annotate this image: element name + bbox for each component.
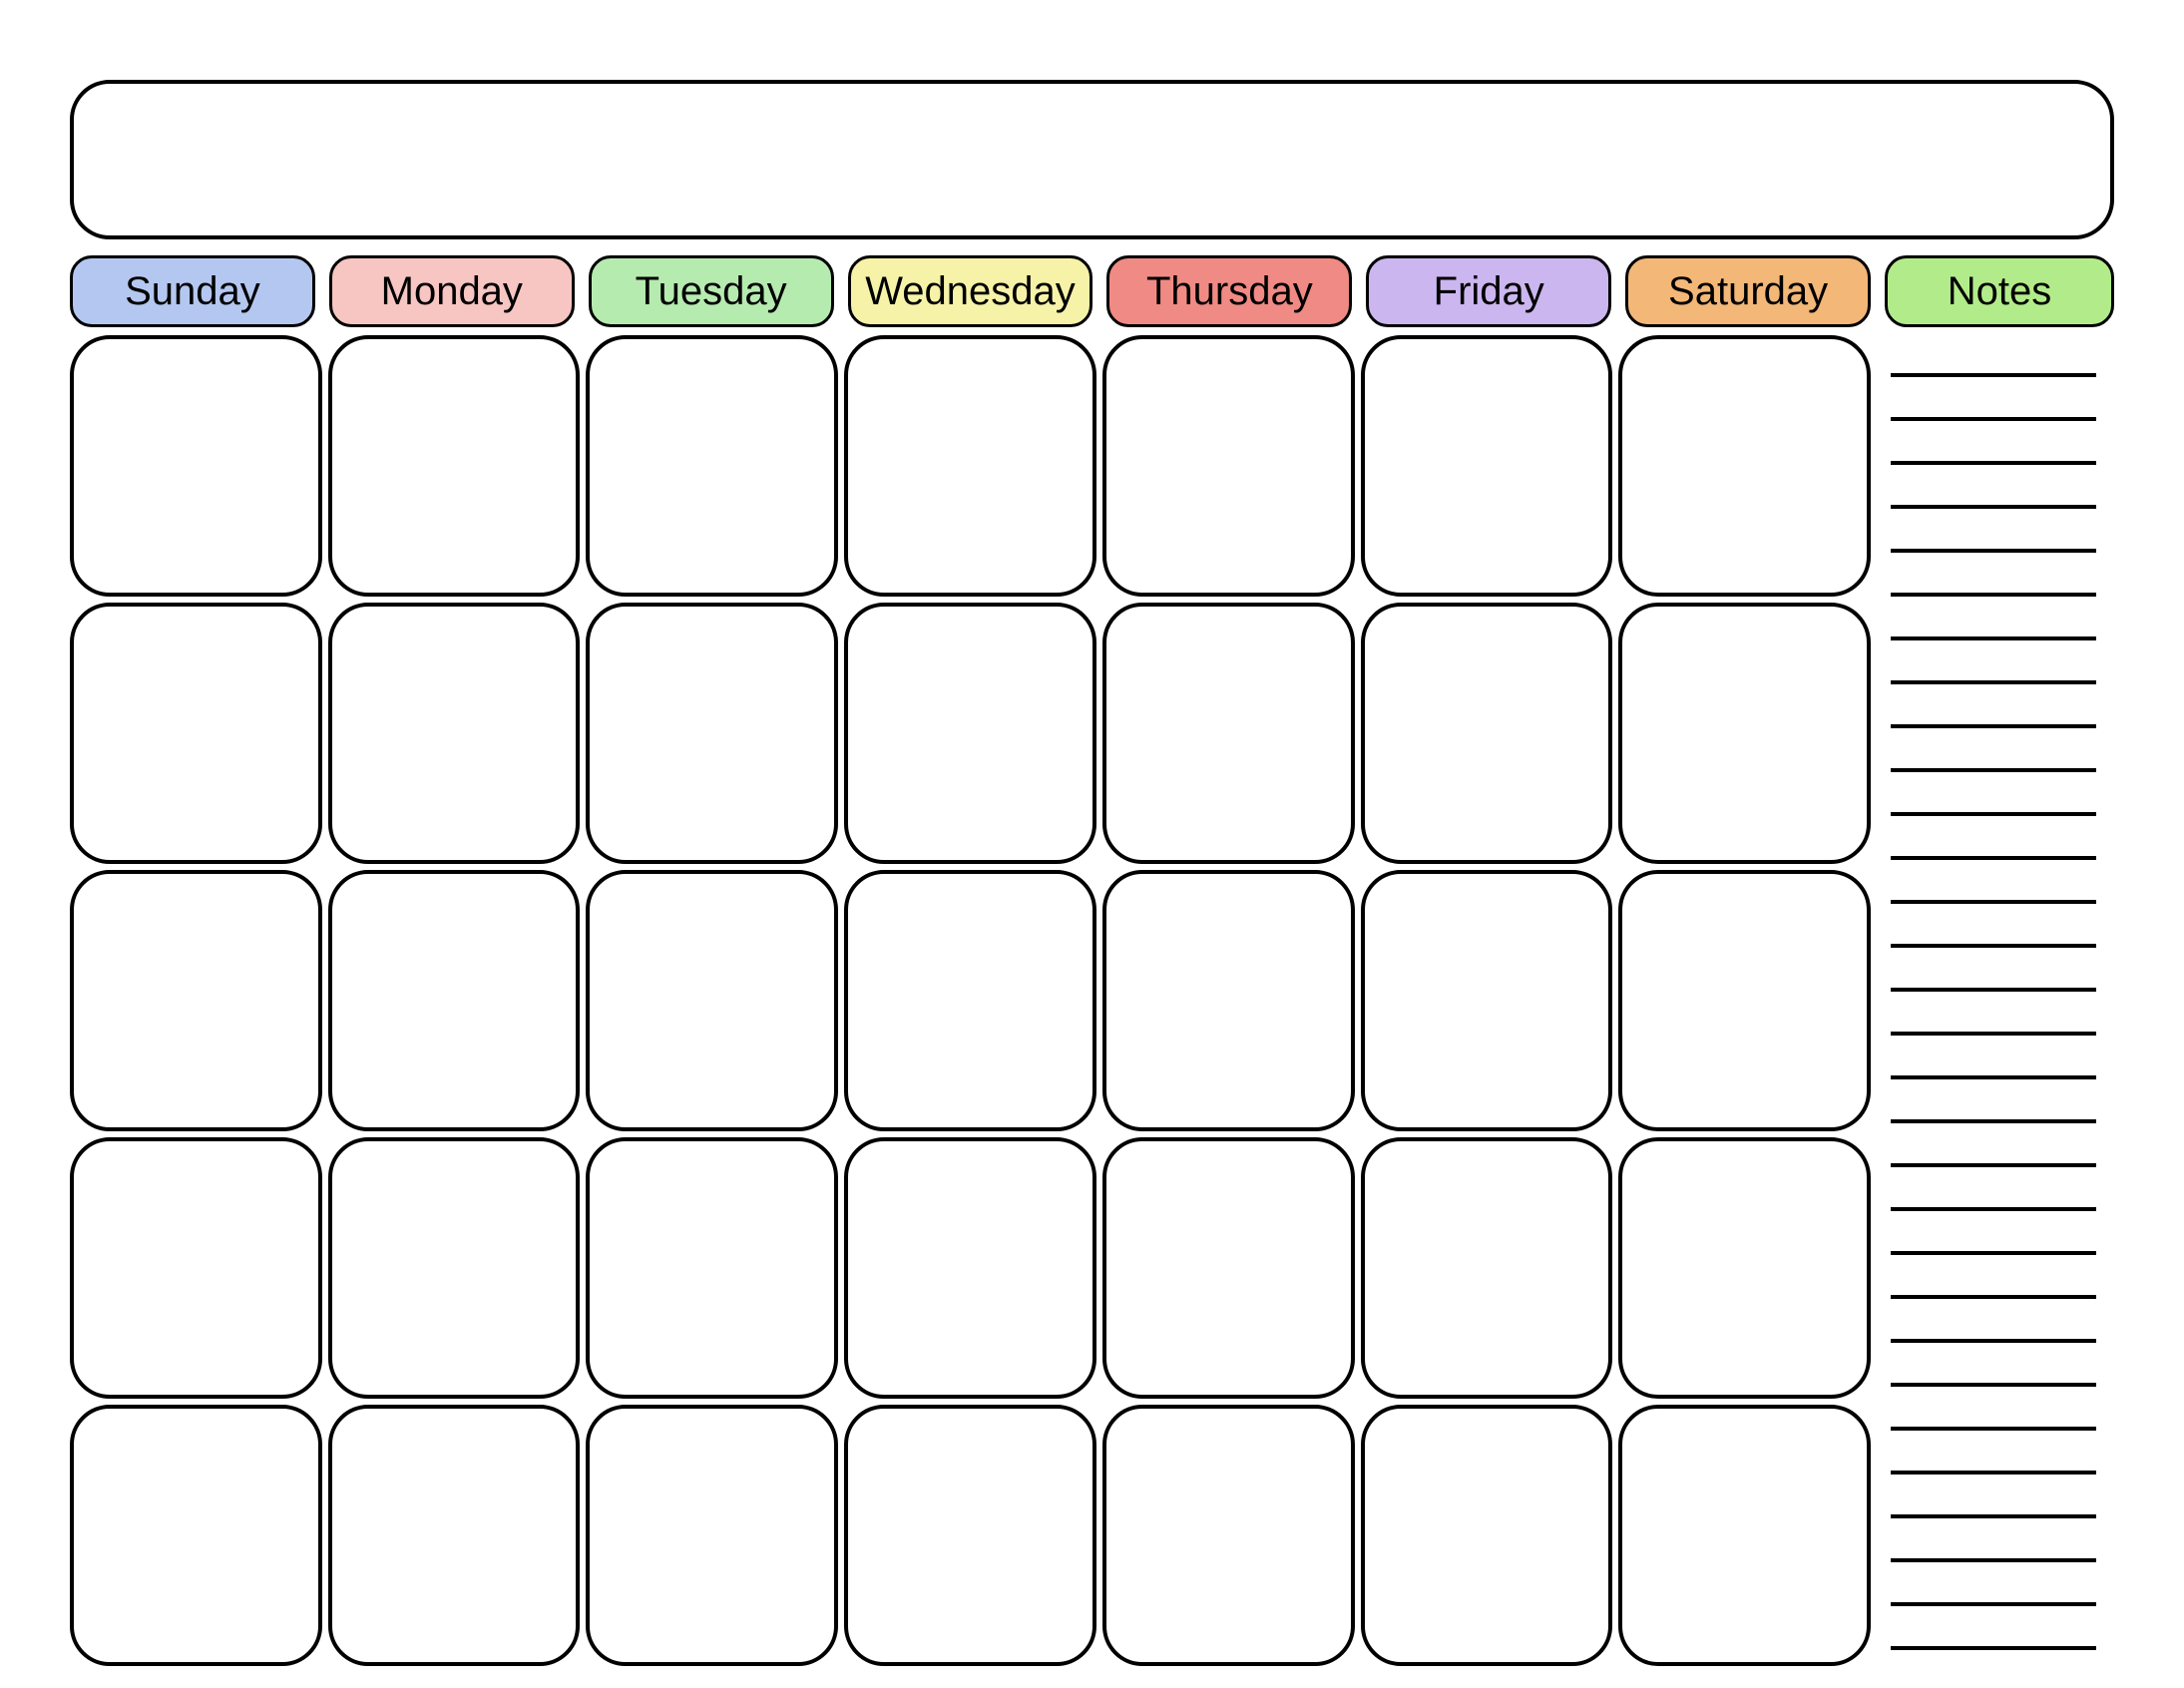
day-header-row: Sunday Monday Tuesday Wednesday Thursday…: [70, 255, 1871, 327]
notes-line: [1891, 461, 2096, 465]
notes-line: [1891, 549, 2096, 553]
notes-line: [1891, 1075, 2096, 1079]
day-cell[interactable]: [328, 603, 581, 864]
day-cell[interactable]: [1618, 1405, 1871, 1666]
notes-line: [1891, 812, 2096, 816]
notes-line: [1891, 944, 2096, 948]
header-saturday: Saturday: [1625, 255, 1871, 327]
day-cell[interactable]: [844, 1405, 1096, 1666]
header-friday: Friday: [1366, 255, 1611, 327]
day-cell[interactable]: [70, 335, 322, 597]
notes-line: [1891, 1471, 2096, 1475]
notes-line: [1891, 505, 2096, 509]
notes-line: [1891, 680, 2096, 684]
day-cell[interactable]: [586, 1405, 838, 1666]
day-cell[interactable]: [1618, 1137, 1871, 1399]
day-cell[interactable]: [70, 1137, 322, 1399]
day-cell[interactable]: [1618, 335, 1871, 597]
notes-line: [1891, 593, 2096, 597]
notes-line: [1891, 1646, 2096, 1650]
title-input-area[interactable]: [70, 80, 2114, 239]
day-cell[interactable]: [1361, 603, 1613, 864]
day-cell[interactable]: [586, 1137, 838, 1399]
calendar-layout: Sunday Monday Tuesday Wednesday Thursday…: [70, 255, 2114, 1666]
notes-line: [1891, 1163, 2096, 1167]
day-cell[interactable]: [1102, 1137, 1355, 1399]
notes-line: [1891, 856, 2096, 860]
day-cell[interactable]: [70, 870, 322, 1131]
notes-line: [1891, 1032, 2096, 1036]
notes-line: [1891, 988, 2096, 992]
notes-line: [1891, 1339, 2096, 1343]
day-cell[interactable]: [1618, 603, 1871, 864]
day-cell[interactable]: [1102, 870, 1355, 1131]
notes-line: [1891, 1383, 2096, 1387]
day-cell[interactable]: [328, 870, 581, 1131]
week-row: [70, 1405, 1871, 1666]
day-cell[interactable]: [1361, 1137, 1613, 1399]
day-cell[interactable]: [1102, 1405, 1355, 1666]
header-monday: Monday: [329, 255, 575, 327]
day-cell[interactable]: [70, 1405, 322, 1666]
notes-line: [1891, 1514, 2096, 1518]
day-cell[interactable]: [1361, 1405, 1613, 1666]
week-row: [70, 1137, 1871, 1399]
day-cell[interactable]: [586, 870, 838, 1131]
notes-line: [1891, 900, 2096, 904]
day-cell[interactable]: [586, 335, 838, 597]
notes-line: [1891, 636, 2096, 640]
notes-line: [1891, 1558, 2096, 1562]
notes-line: [1891, 1295, 2096, 1299]
notes-line: [1891, 724, 2096, 728]
day-cell[interactable]: [70, 603, 322, 864]
header-wednesday: Wednesday: [848, 255, 1093, 327]
header-tuesday: Tuesday: [589, 255, 834, 327]
calendar-template: Sunday Monday Tuesday Wednesday Thursday…: [0, 0, 2184, 1688]
header-notes: Notes: [1885, 255, 2114, 327]
day-cell[interactable]: [328, 335, 581, 597]
day-cell[interactable]: [1361, 870, 1613, 1131]
calendar-grid: Sunday Monday Tuesday Wednesday Thursday…: [70, 255, 1871, 1666]
notes-line: [1891, 1207, 2096, 1211]
week-row: [70, 870, 1871, 1131]
notes-line: [1891, 768, 2096, 772]
header-sunday: Sunday: [70, 255, 315, 327]
notes-line: [1891, 1602, 2096, 1606]
day-cell[interactable]: [844, 603, 1096, 864]
notes-line: [1891, 1119, 2096, 1123]
day-cell[interactable]: [1618, 870, 1871, 1131]
notes-column: Notes: [1885, 255, 2114, 1666]
day-cell[interactable]: [844, 1137, 1096, 1399]
day-cell[interactable]: [1361, 335, 1613, 597]
notes-line: [1891, 417, 2096, 421]
weeks-container: [70, 335, 1871, 1666]
day-cell[interactable]: [328, 1405, 581, 1666]
week-row: [70, 335, 1871, 597]
day-cell[interactable]: [844, 335, 1096, 597]
notes-line: [1891, 373, 2096, 377]
header-thursday: Thursday: [1106, 255, 1352, 327]
notes-line: [1891, 1427, 2096, 1431]
day-cell[interactable]: [1102, 335, 1355, 597]
notes-line: [1891, 1251, 2096, 1255]
day-cell[interactable]: [1102, 603, 1355, 864]
day-cell[interactable]: [586, 603, 838, 864]
week-row: [70, 603, 1871, 864]
day-cell[interactable]: [328, 1137, 581, 1399]
notes-lines[interactable]: [1885, 373, 2114, 1650]
day-cell[interactable]: [844, 870, 1096, 1131]
